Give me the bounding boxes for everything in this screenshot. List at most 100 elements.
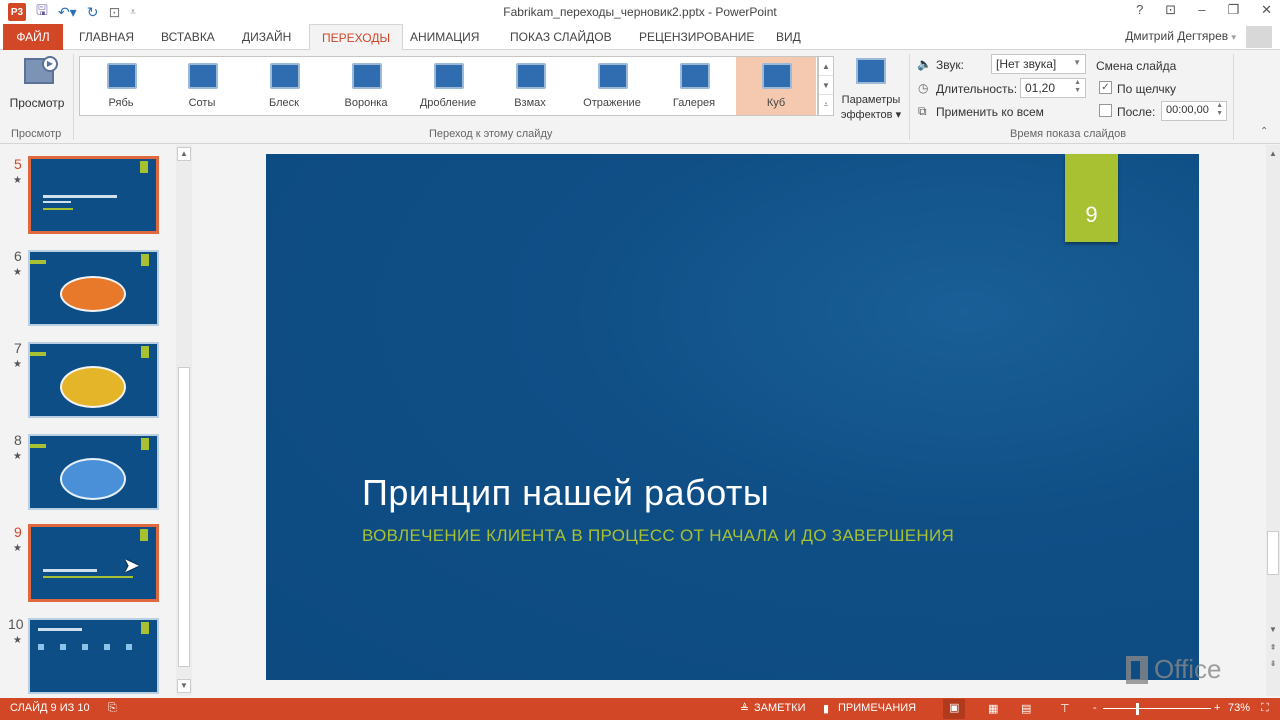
- sound-label: Звук:: [936, 58, 964, 72]
- tab-file[interactable]: ФАЙЛ: [3, 24, 63, 50]
- timing-group-label: Время показа слайдов: [1010, 128, 1127, 140]
- sound-value: [Нет звука]: [996, 57, 1057, 71]
- tab-view[interactable]: ВИД: [764, 24, 813, 50]
- transition-glitter[interactable]: Блеск: [244, 57, 324, 115]
- reading-view-icon[interactable]: ▤: [1021, 702, 1031, 715]
- window-title: Fabrikam_переходы_черновик2.pptx - Power…: [503, 5, 777, 19]
- group-divider: [73, 54, 74, 140]
- slide-number-badge: 9: [1065, 154, 1118, 242]
- user-account[interactable]: Дмитрий Дегтярев ▾: [1125, 29, 1236, 43]
- apply-to-all-button[interactable]: Применить ко всем: [936, 105, 1044, 119]
- transition-label: Куб: [766, 97, 786, 109]
- duration-spinner[interactable]: 01,20 ▲ ▼: [1020, 78, 1086, 98]
- spinner-arrows-icon: ▲ ▼: [1216, 102, 1223, 117]
- ribbon-display-options-icon[interactable]: ⊡: [1165, 2, 1176, 18]
- sound-dropdown[interactable]: [Нет звука] ▼: [991, 54, 1086, 74]
- thumbnail-number: 10: [8, 616, 24, 632]
- transition-vortex[interactable]: Воронка: [326, 57, 406, 115]
- slide-title[interactable]: Принцип нашей работы: [362, 472, 769, 514]
- tab-insert[interactable]: ВСТАВКА: [149, 24, 227, 50]
- transition-star-icon: ★: [13, 267, 22, 278]
- slide-thumbnail-9[interactable]: ➤: [28, 524, 159, 602]
- tab-home[interactable]: ГЛАВНАЯ: [67, 24, 146, 50]
- tab-design[interactable]: ДИЗАЙН: [230, 24, 303, 50]
- thumbnail-number: 6: [14, 248, 22, 264]
- scroll-up-icon[interactable]: ▲: [177, 147, 191, 161]
- fit-to-window-icon[interactable]: ⛶: [1261, 702, 1269, 715]
- tab-transitions[interactable]: ПЕРЕХОДЫ: [309, 24, 404, 51]
- zoom-slider-thumb[interactable]: [1136, 703, 1139, 715]
- zoom-out-button[interactable]: -: [1093, 702, 1097, 714]
- comments-button[interactable]: ПРИМЕЧАНИЯ: [838, 702, 916, 714]
- title-bar: P3 🖫 ↶▾ ↻ ⊡ ⩡ Fabrikam_переходы_черновик…: [0, 0, 1280, 24]
- thumbnail-subtitle-line: [43, 208, 73, 210]
- zoom-in-button[interactable]: +: [1214, 702, 1220, 714]
- normal-view-icon[interactable]: ▣: [943, 699, 966, 719]
- scroll-down-icon[interactable]: ▼: [177, 679, 191, 693]
- transition-flip[interactable]: Отражение: [572, 57, 652, 115]
- thumbnail-bubble-orange: [60, 276, 126, 312]
- mouse-cursor-icon: ➤: [123, 555, 140, 577]
- thumbnail-tag: [30, 444, 46, 448]
- thumbnail-tag: [30, 352, 46, 356]
- slide-thumbnail-6[interactable]: [28, 250, 159, 326]
- transition-shred[interactable]: Дробление: [408, 57, 488, 115]
- minimize-icon[interactable]: –: [1198, 2, 1205, 18]
- transition-star-icon: ★: [13, 451, 22, 462]
- thumbnail-number: 9: [14, 524, 22, 540]
- scrollbar-thumb[interactable]: [1267, 531, 1279, 575]
- close-icon[interactable]: ✕: [1261, 2, 1272, 18]
- slide-thumbnail-8[interactable]: [28, 434, 159, 510]
- ripple-icon: [107, 63, 137, 89]
- transition-label: Дробление: [419, 97, 477, 109]
- collapse-ribbon-icon[interactable]: ⌃: [1260, 126, 1268, 137]
- thumbnails-scrollbar[interactable]: ▲ ▼: [176, 145, 192, 696]
- tab-animations[interactable]: АНИМАЦИЯ: [398, 24, 491, 50]
- office-watermark: Office: [1126, 654, 1221, 685]
- gallery-scroll-down[interactable]: ▼: [819, 76, 833, 95]
- scrollbar-thumb[interactable]: [178, 367, 190, 667]
- zoom-level[interactable]: 73%: [1228, 702, 1250, 714]
- notes-icon: ≜: [740, 703, 750, 715]
- slide-subtitle[interactable]: ВОВЛЕЧЕНИЕ КЛИЕНТА В ПРОЦЕСС ОТ НАЧАЛА И…: [362, 526, 954, 546]
- gallery-more[interactable]: ⩡: [819, 95, 833, 114]
- comments-icon: ▮: [823, 703, 830, 715]
- transition-ripple[interactable]: Рябь: [81, 57, 161, 115]
- thumbnail-number: 7: [14, 340, 22, 356]
- zoom-slider[interactable]: [1103, 708, 1211, 709]
- scroll-down-icon[interactable]: ▼: [1266, 623, 1280, 637]
- slide-scrollbar[interactable]: ▲ ▼ ⇞ ⇟: [1266, 145, 1280, 696]
- restore-icon[interactable]: ❐: [1227, 2, 1239, 18]
- avatar[interactable]: [1246, 26, 1272, 48]
- tab-slideshow[interactable]: ПОКАЗ СЛАЙДОВ: [498, 24, 624, 50]
- tab-review[interactable]: РЕЦЕНЗИРОВАНИЕ: [627, 24, 766, 50]
- notes-button[interactable]: ЗАМЕТКИ: [754, 702, 806, 714]
- thumbnail-badge: [141, 254, 149, 266]
- slide-thumbnail-10[interactable]: [28, 618, 159, 694]
- thumbnail-badge: [141, 622, 149, 634]
- slide-thumbnail-5[interactable]: [28, 156, 159, 234]
- transition-label: Отражение: [583, 97, 641, 109]
- gallery-scroll-up[interactable]: ▲: [819, 57, 833, 76]
- transition-honeycomb[interactable]: Соты: [162, 57, 242, 115]
- current-slide[interactable]: 9 Принцип нашей работы ВОВЛЕЧЕНИЕ КЛИЕНТ…: [266, 154, 1199, 680]
- after-checkbox[interactable]: [1099, 104, 1112, 117]
- previous-slide-icon[interactable]: ⇞: [1266, 641, 1280, 655]
- window-controls: ? ⊡ – ❐ ✕: [1136, 2, 1272, 18]
- help-icon[interactable]: ?: [1136, 2, 1143, 18]
- transition-cube[interactable]: Куб: [736, 57, 816, 115]
- scroll-up-icon[interactable]: ▲: [1266, 147, 1280, 161]
- effect-options-button[interactable]: Параметры эффектов ▾: [836, 54, 906, 124]
- on-click-checkbox[interactable]: ✓: [1099, 81, 1112, 94]
- slideshow-view-icon[interactable]: ⊤: [1060, 702, 1070, 715]
- slide-thumbnail-7[interactable]: [28, 342, 159, 418]
- after-time-spinner[interactable]: 00:00,00 ▲ ▼: [1161, 101, 1227, 121]
- spell-check-icon[interactable]: ⎘: [108, 702, 117, 715]
- transition-gallery[interactable]: Галерея: [654, 57, 734, 115]
- slide-sorter-icon[interactable]: ▦: [988, 702, 998, 715]
- thumbnail-subtitle-line: [43, 576, 133, 578]
- next-slide-icon[interactable]: ⇟: [1266, 657, 1280, 671]
- preview-button[interactable]: ▶ Просмотр: [6, 54, 68, 114]
- transition-label: Соты: [188, 97, 216, 109]
- transition-switch[interactable]: Взмах: [490, 57, 570, 115]
